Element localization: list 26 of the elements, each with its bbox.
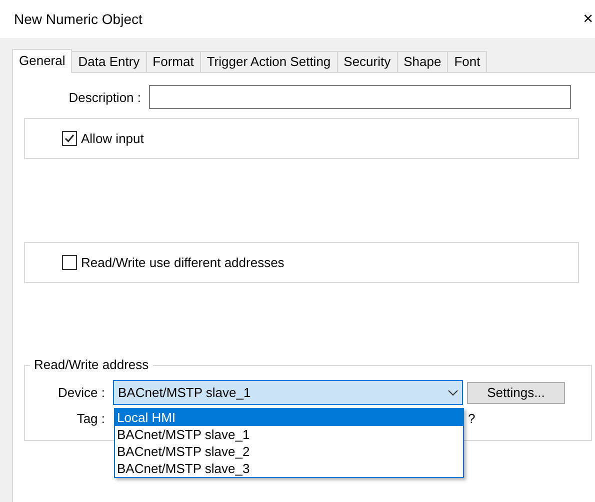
close-button[interactable]: × — [583, 9, 593, 29]
check-icon — [64, 133, 75, 144]
description-field[interactable] — [149, 85, 571, 109]
dropdown-option[interactable]: Local HMI — [115, 409, 463, 426]
tab[interactable]: Trigger Action Setting — [200, 51, 338, 72]
tab[interactable]: Security — [336, 51, 398, 72]
dropdown-option[interactable]: BACnet/MSTP slave_3 — [115, 460, 463, 477]
settings-button[interactable]: Settings... — [467, 382, 565, 404]
checkbox[interactable] — [62, 255, 77, 270]
checkbox-label: Read/Write use different addresses — [81, 255, 284, 270]
dropdown-option[interactable]: BACnet/MSTP slave_1 — [115, 426, 463, 443]
field-label: Tag : — [76, 411, 105, 426]
field-label: Device : — [57, 385, 105, 400]
group-title: Read/Write address — [30, 357, 153, 372]
tab[interactable]: Font — [447, 51, 488, 72]
tab[interactable]: Data Entry — [71, 51, 147, 72]
dropdown-option[interactable]: BACnet/MSTP slave_2 — [115, 443, 463, 460]
field-label: Description : — [68, 90, 141, 104]
device-dropdown[interactable]: BACnet/MSTP slave_1 — [113, 380, 463, 405]
tab[interactable]: General — [12, 49, 72, 73]
chevron-down-icon — [448, 390, 458, 396]
field-text: ? — [468, 411, 476, 426]
window-title: New Numeric Object — [14, 11, 142, 27]
checkbox[interactable] — [62, 131, 77, 146]
tab[interactable]: Shape — [396, 51, 448, 72]
checkbox-label: Allow input — [81, 131, 144, 146]
